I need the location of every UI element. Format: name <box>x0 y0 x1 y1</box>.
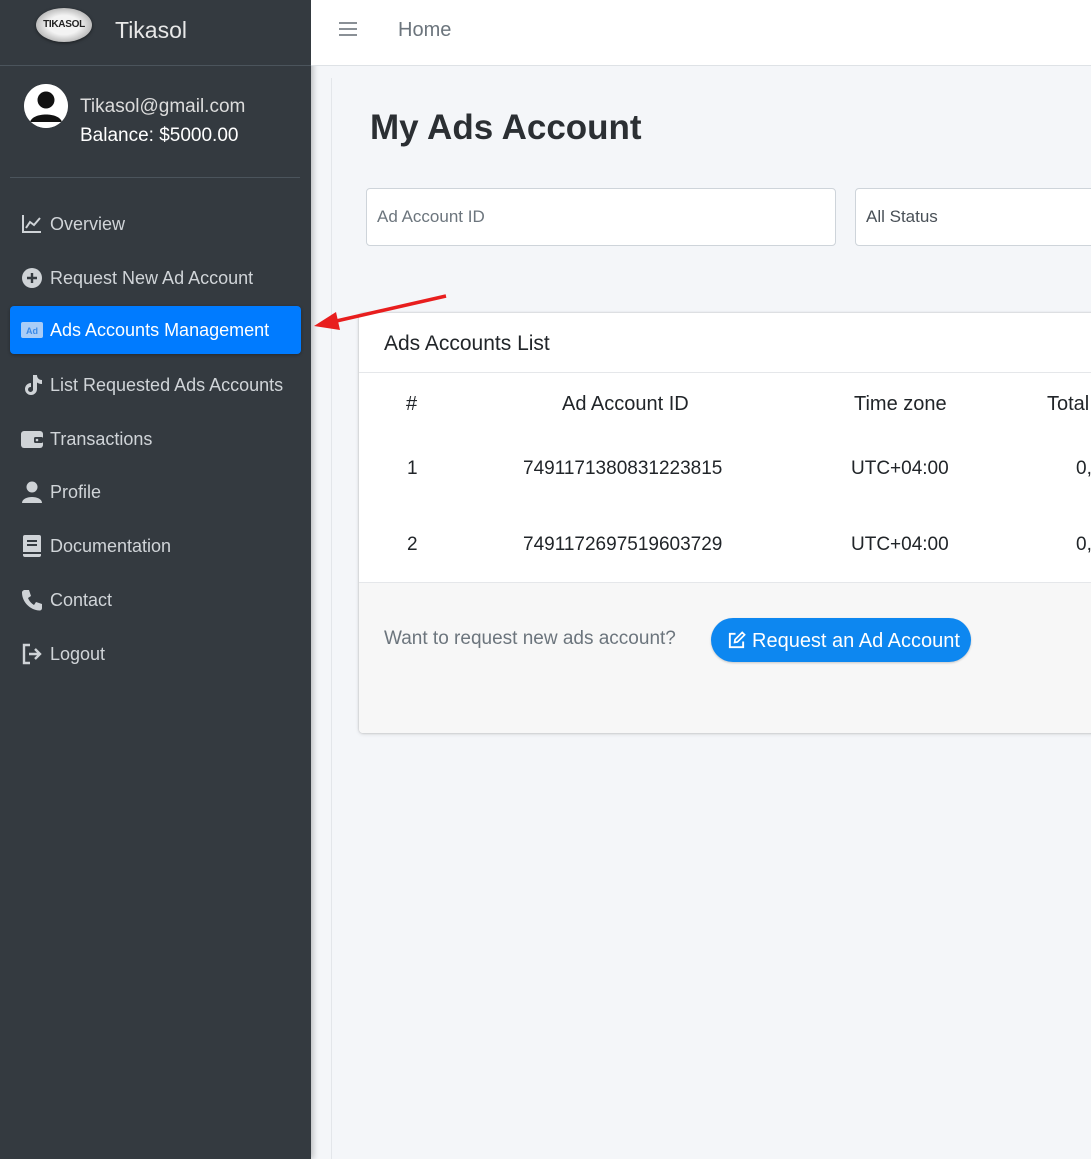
table-cell-time-zone: UTC+04:00 <box>851 458 949 479</box>
table-cell-number: 2 <box>407 534 418 555</box>
sidebar-item-label: Overview <box>50 214 126 234</box>
sidebar-item-label: Contact <box>50 590 113 610</box>
column-header-ad-account-id[interactable]: Ad Account ID <box>562 393 689 416</box>
sidebar-item-transactions[interactable]: Transactions <box>10 415 301 463</box>
card-footer: Want to request new ads account? Request… <box>359 583 1091 733</box>
request-ad-account-label: Request an Ad Account <box>752 630 960 652</box>
ads-accounts-card: Ads Accounts List # Ad Account ID Time z… <box>359 313 1091 733</box>
column-header-time-zone[interactable]: Time zone <box>854 393 947 416</box>
home-link[interactable]: Home <box>398 19 451 42</box>
svg-text:Ad: Ad <box>26 326 38 336</box>
sidebar-item-label: Transactions <box>50 429 153 449</box>
table-cell-total: 0, <box>1076 458 1091 479</box>
sidebar-item-logout[interactable]: Logout <box>10 630 301 678</box>
ad-account-id-input[interactable]: Ad Account ID <box>366 188 836 246</box>
tiktok-icon <box>25 375 42 395</box>
brand-name: Tikasol <box>115 17 187 43</box>
sidebar-item-label: Documentation <box>50 536 172 556</box>
ad-icon: Ad <box>21 322 43 338</box>
phone-icon <box>22 590 42 611</box>
brand-logo: TIKASOL <box>36 8 92 42</box>
plus-circle-icon <box>22 268 42 288</box>
sidebar-item-label: Logout <box>50 644 106 664</box>
user-balance: Balance: $5000.00 <box>80 125 239 146</box>
user-avatar-icon <box>24 84 68 128</box>
top-navbar: Home <box>311 0 1091 66</box>
sidebar-item-request-new[interactable]: Request New Ad Account <box>10 254 301 302</box>
avatar[interactable] <box>24 84 68 128</box>
sidebar: TIKASOL Tikasol Tikasol@gmail.com Balanc… <box>0 0 311 1159</box>
sidebar-item-overview[interactable]: Overview <box>10 200 301 248</box>
user-icon <box>22 481 42 503</box>
sidebar-item-label: Profile <box>50 482 102 502</box>
sign-out-icon <box>22 643 42 665</box>
sidebar-item-profile[interactable]: Profile <box>10 468 301 516</box>
sidebar-item-requested-list[interactable]: List Requested Ads Accounts <box>10 361 301 409</box>
sidebar-item-label: Ads Accounts Management <box>50 320 270 340</box>
book-icon <box>23 535 41 557</box>
wallet-icon <box>21 431 43 448</box>
page-title: My Ads Account <box>370 108 642 147</box>
request-prompt: Want to request new ads account? <box>384 628 676 649</box>
table-cell-number: 1 <box>407 458 418 479</box>
table-cell-ad-account-id[interactable]: 7491172697519603729 <box>523 534 722 556</box>
brand-link[interactable]: TIKASOL Tikasol <box>0 0 311 66</box>
request-ad-account-button[interactable]: Request an Ad Account <box>711 618 971 662</box>
annotation-arrow-icon <box>314 294 447 330</box>
column-header-number[interactable]: # <box>406 393 417 416</box>
table-cell-total: 0, <box>1076 534 1091 555</box>
sidebar-item-label: Request New Ad Account <box>50 268 254 288</box>
user-panel: Tikasol@gmail.com Balance: $5000.00 <box>10 66 300 178</box>
sidebar-item-documentation[interactable]: Documentation <box>10 522 301 570</box>
edit-icon <box>728 631 746 649</box>
table-cell-ad-account-id[interactable]: 7491171380831223815 <box>523 458 722 480</box>
chart-line-icon <box>22 215 41 233</box>
sidebar-item-ads-management[interactable]: Ad Ads Accounts Management <box>10 306 301 354</box>
card-header: Ads Accounts List <box>359 313 1091 373</box>
menu-toggle-icon[interactable] <box>339 20 361 40</box>
sidebar-item-contact[interactable]: Contact <box>10 576 301 624</box>
status-select[interactable]: All Status <box>855 188 1091 246</box>
sidebar-item-label: List Requested Ads Accounts <box>50 375 284 395</box>
table-cell-time-zone: UTC+04:00 <box>851 534 949 555</box>
user-email[interactable]: Tikasol@gmail.com <box>80 96 245 118</box>
column-header-total[interactable]: Total <box>1047 393 1089 416</box>
